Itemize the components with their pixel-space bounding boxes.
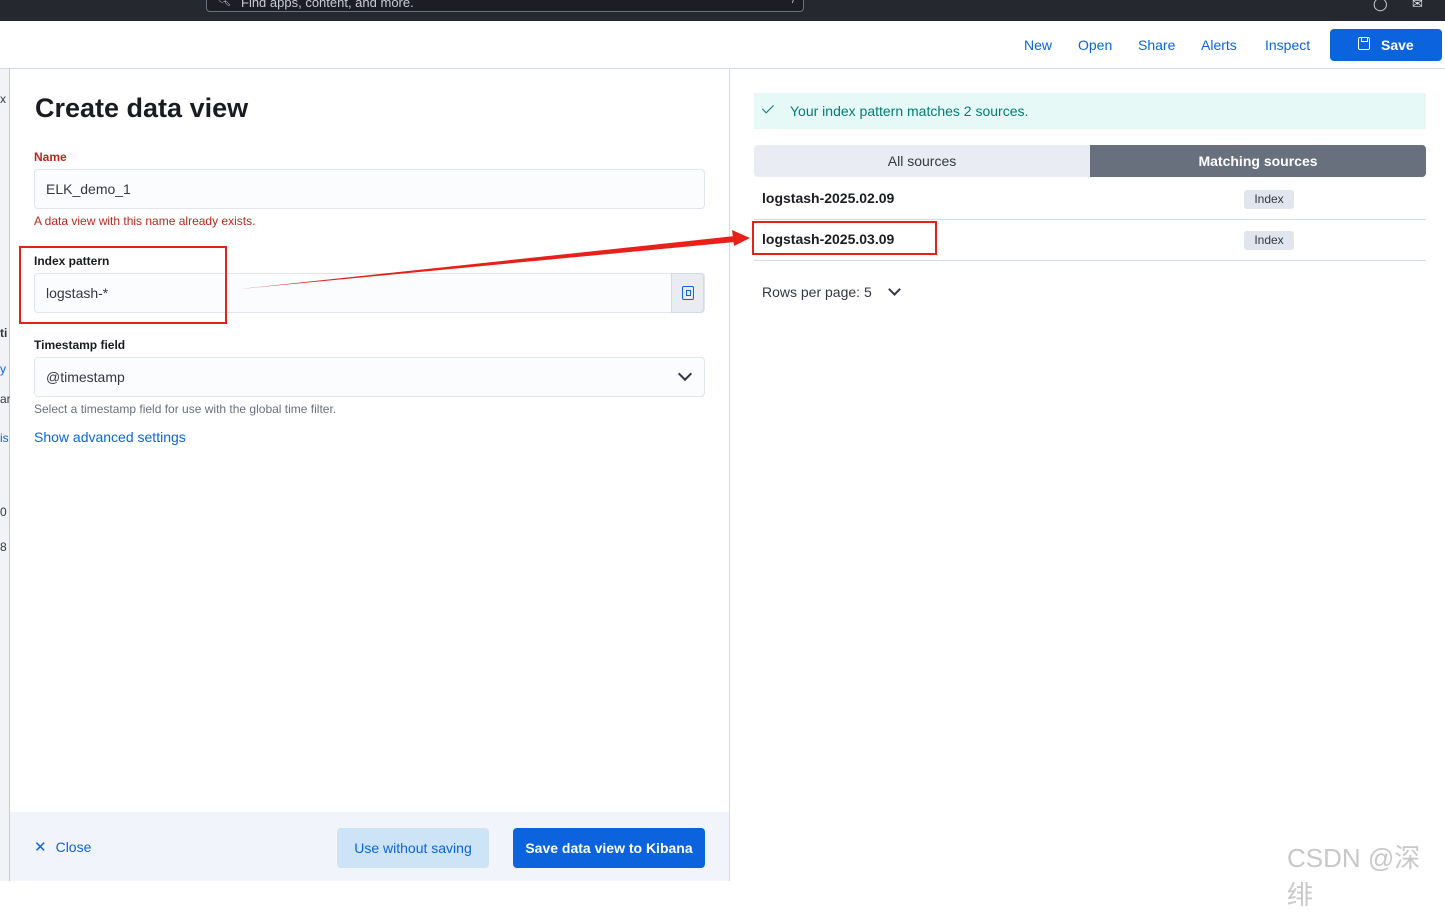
watermark: CSDN @深绯: [1287, 843, 1421, 910]
annotation-arrow: [240, 230, 750, 289]
